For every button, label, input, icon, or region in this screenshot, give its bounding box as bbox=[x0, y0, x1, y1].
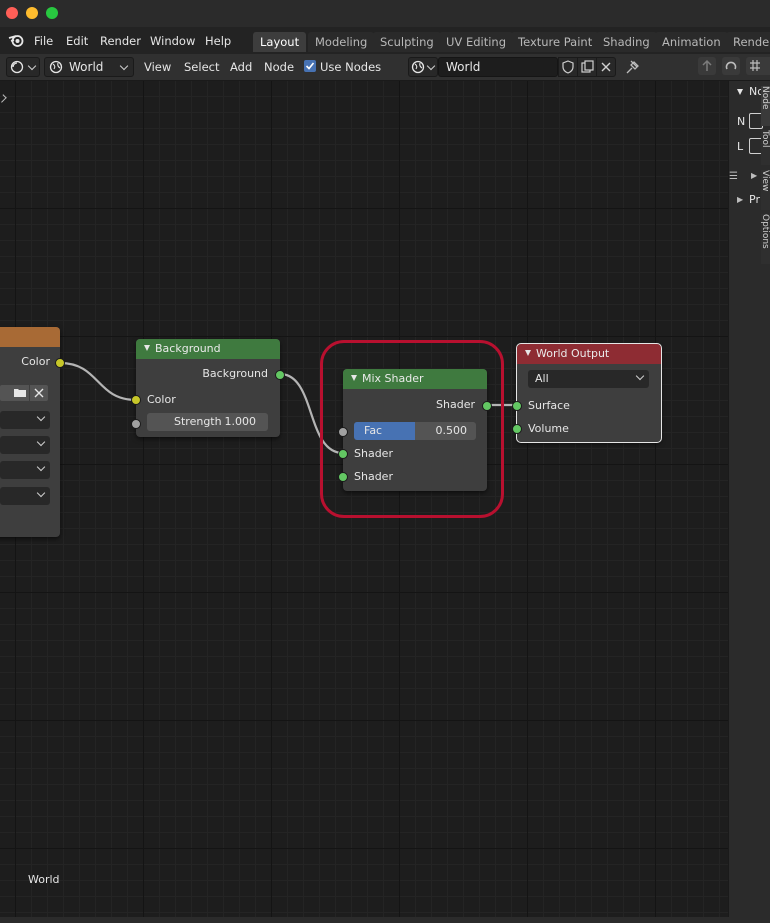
tab-uv-editing[interactable]: UV Editing bbox=[439, 32, 513, 52]
sidebar-tab-options[interactable]: Options bbox=[761, 214, 770, 264]
volume-input-label: Volume bbox=[528, 422, 569, 435]
partial-node-color-output-socket[interactable] bbox=[55, 358, 65, 368]
tab-shading[interactable]: Shading bbox=[596, 32, 657, 52]
new-world-copy-icon[interactable] bbox=[577, 57, 597, 77]
partial-node-open-folder-icon[interactable] bbox=[11, 385, 29, 401]
node-editor-icon bbox=[10, 60, 24, 74]
chevron-down-icon bbox=[635, 371, 645, 381]
world-name-value: World bbox=[446, 60, 481, 74]
mix-shader-highlight-outline bbox=[320, 340, 504, 518]
partial-node-dropdown-2[interactable] bbox=[0, 436, 50, 454]
volume-input-socket[interactable] bbox=[512, 424, 522, 434]
use-nodes-label: Use Nodes bbox=[320, 60, 382, 74]
chevron-down-icon bbox=[27, 61, 37, 71]
unlink-close-icon[interactable] bbox=[596, 57, 616, 77]
menu-render[interactable]: Render bbox=[100, 34, 141, 48]
shader-type-dropdown[interactable]: World bbox=[44, 57, 134, 77]
collapse-triangle-icon[interactable] bbox=[144, 345, 150, 351]
collapse-triangle-icon[interactable] bbox=[525, 350, 531, 356]
menu-edit[interactable]: Edit bbox=[66, 34, 88, 48]
surface-input-socket[interactable] bbox=[512, 401, 522, 411]
chevron-down-icon bbox=[426, 61, 436, 71]
world-output-node[interactable]: World Output All Surface Volume bbox=[512, 343, 662, 443]
menu-help[interactable]: Help bbox=[205, 34, 231, 48]
strength-label: Strength bbox=[174, 415, 222, 428]
strength-field[interactable]: Strength 1.000 bbox=[147, 413, 268, 431]
snap-grid-icon[interactable] bbox=[746, 57, 770, 75]
sidebar-expand-arrow-icon[interactable]: ▶ bbox=[737, 195, 743, 204]
world-output-target-dropdown[interactable]: All bbox=[528, 370, 649, 388]
tab-animation[interactable]: Animation bbox=[655, 32, 728, 52]
tab-layout[interactable]: Layout bbox=[253, 32, 307, 52]
partial-node-header bbox=[0, 327, 60, 347]
background-strength-input-socket[interactable] bbox=[131, 419, 141, 429]
background-color-input-label: Color bbox=[147, 393, 176, 406]
title-bar bbox=[0, 0, 770, 27]
top-menu-bar: File Edit Render Window Help Layout Mode… bbox=[0, 27, 770, 54]
header-menu-select[interactable]: Select bbox=[184, 60, 219, 74]
node-editor-canvas[interactable]: Color Background Background Color Streng… bbox=[0, 81, 728, 917]
surface-input-label: Surface bbox=[528, 399, 570, 412]
close-window-button[interactable] bbox=[6, 7, 18, 19]
node-editor-header: World View Select Add Node Use Nodes Wor… bbox=[0, 54, 770, 81]
sidebar-expand-arrow-icon[interactable]: ▶ bbox=[751, 171, 757, 180]
status-bar bbox=[0, 917, 770, 923]
editor-context-label: World bbox=[28, 873, 60, 886]
chevron-down-icon bbox=[36, 488, 46, 498]
tab-rendering[interactable]: Renderi bbox=[726, 32, 770, 52]
shader-type-label: World bbox=[69, 60, 104, 74]
world-globe-icon bbox=[411, 60, 425, 74]
sidebar-tab-node[interactable]: Node bbox=[761, 86, 770, 126]
pin-icon[interactable] bbox=[624, 58, 642, 79]
world-output-node-title: World Output bbox=[536, 347, 610, 360]
header-menu-add[interactable]: Add bbox=[230, 60, 252, 74]
sidebar-row-letter-n: N bbox=[737, 115, 746, 128]
sidebar-properties-label: Pr bbox=[749, 193, 760, 206]
menu-window[interactable]: Window bbox=[150, 34, 195, 48]
partial-node-dropdown-4[interactable] bbox=[0, 487, 50, 505]
snap-magnet-icon[interactable] bbox=[722, 57, 740, 75]
world-name-field[interactable]: World bbox=[438, 57, 558, 77]
background-color-input-socket[interactable] bbox=[131, 395, 141, 405]
sidebar-drag-handle-icon[interactable]: ☰ bbox=[729, 171, 738, 182]
sidebar-tab-tool[interactable]: Tool bbox=[761, 130, 770, 165]
chevron-down-icon bbox=[119, 61, 129, 71]
editor-type-dropdown[interactable] bbox=[6, 57, 40, 77]
partial-node-close-icon[interactable] bbox=[30, 385, 48, 401]
sidebar-collapse-triangle-icon[interactable] bbox=[737, 89, 743, 95]
menu-file[interactable]: File bbox=[34, 34, 53, 48]
world-output-node-header[interactable]: World Output bbox=[517, 344, 661, 364]
partial-node-dropdown-3[interactable] bbox=[0, 461, 50, 479]
sidebar-row-letter-l: L bbox=[737, 140, 744, 153]
header-menu-view[interactable]: View bbox=[144, 60, 171, 74]
chevron-down-icon bbox=[36, 462, 46, 472]
link-color-to-background bbox=[59, 361, 137, 402]
world-browse-dropdown[interactable] bbox=[408, 57, 438, 77]
parent-node-tree-icon[interactable] bbox=[698, 57, 716, 75]
chevron-down-icon bbox=[36, 412, 46, 422]
world-output-target-value: All bbox=[535, 372, 549, 385]
strength-value: 1.000 bbox=[224, 415, 257, 428]
background-output-socket[interactable] bbox=[275, 370, 285, 380]
use-nodes-checkbox[interactable] bbox=[304, 60, 316, 72]
background-node-title: Background bbox=[155, 342, 221, 355]
background-output-label: Background bbox=[202, 367, 268, 380]
minimize-window-button[interactable] bbox=[26, 7, 38, 19]
partial-texture-node[interactable]: Color bbox=[0, 327, 65, 537]
zoom-window-button[interactable] bbox=[46, 7, 58, 19]
background-node[interactable]: Background Background Color Strength 1.0… bbox=[131, 339, 285, 437]
blender-logo-icon[interactable] bbox=[8, 33, 24, 50]
tab-texture-paint[interactable]: Texture Paint bbox=[511, 32, 600, 52]
partial-node-dropdown-1[interactable] bbox=[0, 411, 50, 429]
fake-user-shield-icon[interactable] bbox=[558, 57, 578, 77]
partial-node-output-color-label: Color bbox=[21, 355, 50, 368]
tab-modeling[interactable]: Modeling bbox=[308, 32, 375, 52]
world-globe-icon bbox=[49, 60, 63, 74]
chevron-down-icon bbox=[36, 437, 46, 447]
sidebar-tab-view[interactable]: View bbox=[761, 170, 770, 210]
header-menu-node[interactable]: Node bbox=[264, 60, 294, 74]
tab-sculpting[interactable]: Sculpting bbox=[373, 32, 441, 52]
background-node-header[interactable]: Background bbox=[136, 339, 280, 359]
